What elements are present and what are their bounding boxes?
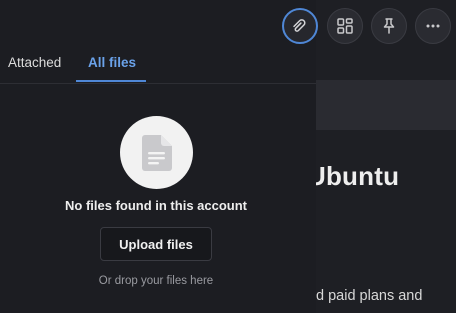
upload-files-button[interactable]: Upload files xyxy=(100,227,212,261)
background-text-line: d paid plans and xyxy=(316,288,423,304)
background-heading-text: Ubuntu xyxy=(316,161,400,191)
background-banner xyxy=(316,80,456,130)
empty-state-title: No files found in this account xyxy=(65,198,247,213)
drop-files-hint: Or drop your files here xyxy=(98,275,214,287)
attach-files-button[interactable] xyxy=(282,8,318,44)
pin-icon xyxy=(383,18,395,34)
files-panel: Attached All files No files found in thi… xyxy=(0,0,316,313)
background-heading: Ubuntu xyxy=(316,161,456,201)
tabs-divider xyxy=(0,83,316,84)
background-text: d paid plans and xyxy=(316,288,456,313)
layout-button[interactable] xyxy=(327,8,363,44)
tab-attached[interactable]: Attached xyxy=(8,55,61,70)
more-horizontal-icon xyxy=(426,24,440,28)
more-options-button[interactable] xyxy=(415,8,451,44)
background-page xyxy=(316,0,456,313)
paperclip-icon xyxy=(293,19,306,32)
empty-state-illustration xyxy=(120,116,193,189)
tab-all-files[interactable]: All files xyxy=(88,55,136,70)
layout-grid-icon xyxy=(337,18,353,34)
pin-button[interactable] xyxy=(371,8,407,44)
files-tabs: Attached All files xyxy=(0,44,316,84)
active-tab-indicator xyxy=(76,80,146,82)
app-window: Ubuntu d paid plans and Attached All fil… xyxy=(0,0,456,313)
file-document-icon xyxy=(141,134,172,171)
